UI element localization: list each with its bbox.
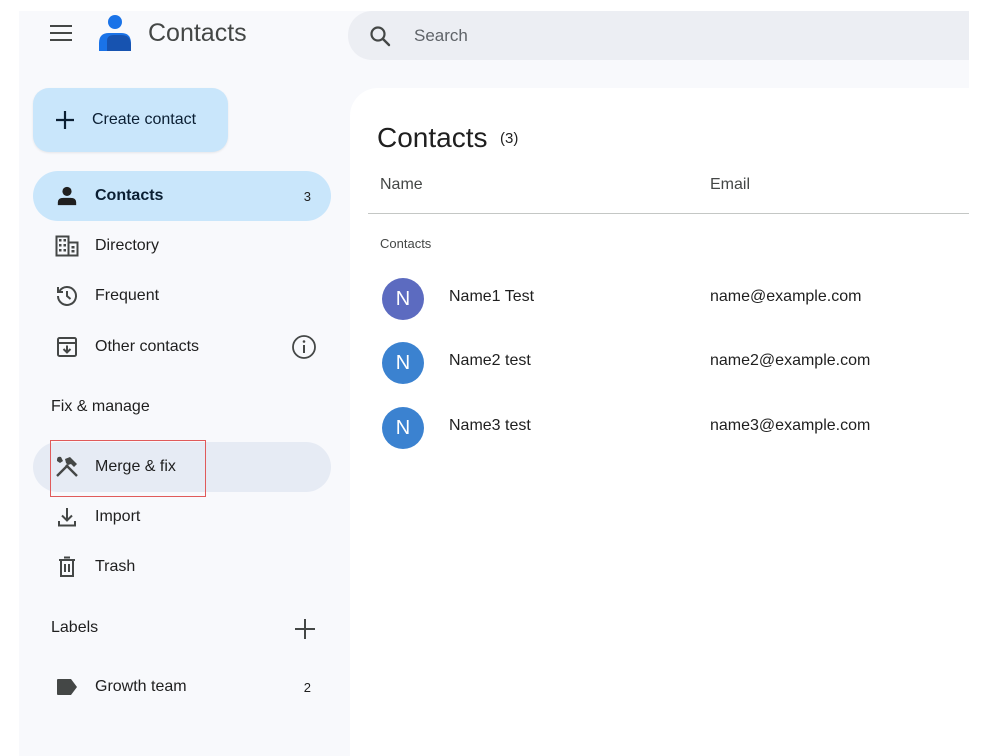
create-contact-label: Create contact	[92, 111, 197, 128]
sidebar-item-label: Trash	[95, 558, 136, 575]
contact-name: Name1 Test	[449, 288, 535, 305]
sidebar-item-label: Growth team	[95, 678, 187, 695]
table-row[interactable]: N Name3 test name3@example.com	[350, 405, 969, 469]
contacts-count-badge: 3	[303, 188, 311, 204]
create-contact-button[interactable]: Create contact	[33, 88, 228, 152]
avatar: N	[382, 342, 424, 384]
contacts-logo-icon[interactable]	[97, 13, 133, 53]
main-menu-button[interactable]	[47, 21, 75, 45]
sidebar-item-contacts[interactable]: Contacts 3	[33, 171, 331, 221]
search-icon[interactable]	[368, 24, 392, 48]
header-divider	[368, 213, 969, 214]
sidebar-item-label: Import	[95, 508, 141, 525]
sidebar-item-label: Contacts	[95, 187, 164, 204]
info-icon[interactable]	[291, 334, 317, 360]
contact-name: Name3 test	[449, 417, 531, 434]
avatar: N	[382, 407, 424, 449]
app-title: Contacts	[148, 19, 247, 47]
contacts-app: Contacts Create contact Contacts 3	[19, 11, 969, 756]
person-icon	[53, 182, 81, 210]
sidebar-item-import[interactable]: Import	[33, 492, 331, 542]
hamburger-menu-icon	[50, 25, 72, 41]
sidebar-item-frequent[interactable]: Frequent	[33, 271, 331, 321]
plus-icon	[56, 111, 74, 129]
search-bar[interactable]	[348, 11, 969, 60]
group-label: Contacts	[380, 236, 432, 251]
sidebar-item-label-growth-team[interactable]: Growth team 2	[33, 662, 331, 712]
contact-email: name3@example.com	[710, 417, 871, 434]
contacts-total-count: (3)	[500, 130, 519, 147]
contact-email: name@example.com	[710, 288, 862, 305]
sidebar-item-label: Frequent	[95, 287, 160, 304]
sidebar-item-label: Directory	[95, 237, 160, 254]
search-input[interactable]	[414, 25, 914, 46]
contact-name: Name2 test	[449, 352, 531, 369]
sidebar-item-trash[interactable]: Trash	[33, 542, 331, 592]
archive-download-icon	[53, 333, 81, 361]
column-header-email[interactable]: Email	[710, 176, 750, 194]
selection-highlight-box	[50, 440, 206, 497]
sidebar-item-other-contacts[interactable]: Other contacts	[33, 322, 331, 372]
table-row[interactable]: N Name2 test name2@example.com	[350, 340, 969, 404]
label-tag-icon	[53, 673, 81, 701]
contact-email: name2@example.com	[710, 352, 871, 369]
add-label-button[interactable]	[292, 616, 318, 642]
column-header-name[interactable]: Name	[380, 176, 423, 194]
fix-manage-heading: Fix & manage	[51, 398, 150, 415]
table-row[interactable]: N Name1 Test name@example.com	[350, 276, 969, 340]
labels-heading: Labels	[51, 619, 99, 636]
building-icon	[53, 232, 81, 260]
trash-icon	[53, 553, 81, 581]
label-count-badge: 2	[303, 679, 311, 695]
history-icon	[53, 282, 81, 310]
avatar: N	[382, 278, 424, 320]
page-title: Contacts	[377, 122, 488, 153]
sidebar-item-directory[interactable]: Directory	[33, 221, 331, 271]
contacts-list-panel: Contacts (3) Name Email Contacts N Name1…	[350, 88, 969, 756]
sidebar-item-label: Other contacts	[95, 338, 200, 355]
download-icon	[53, 503, 81, 531]
